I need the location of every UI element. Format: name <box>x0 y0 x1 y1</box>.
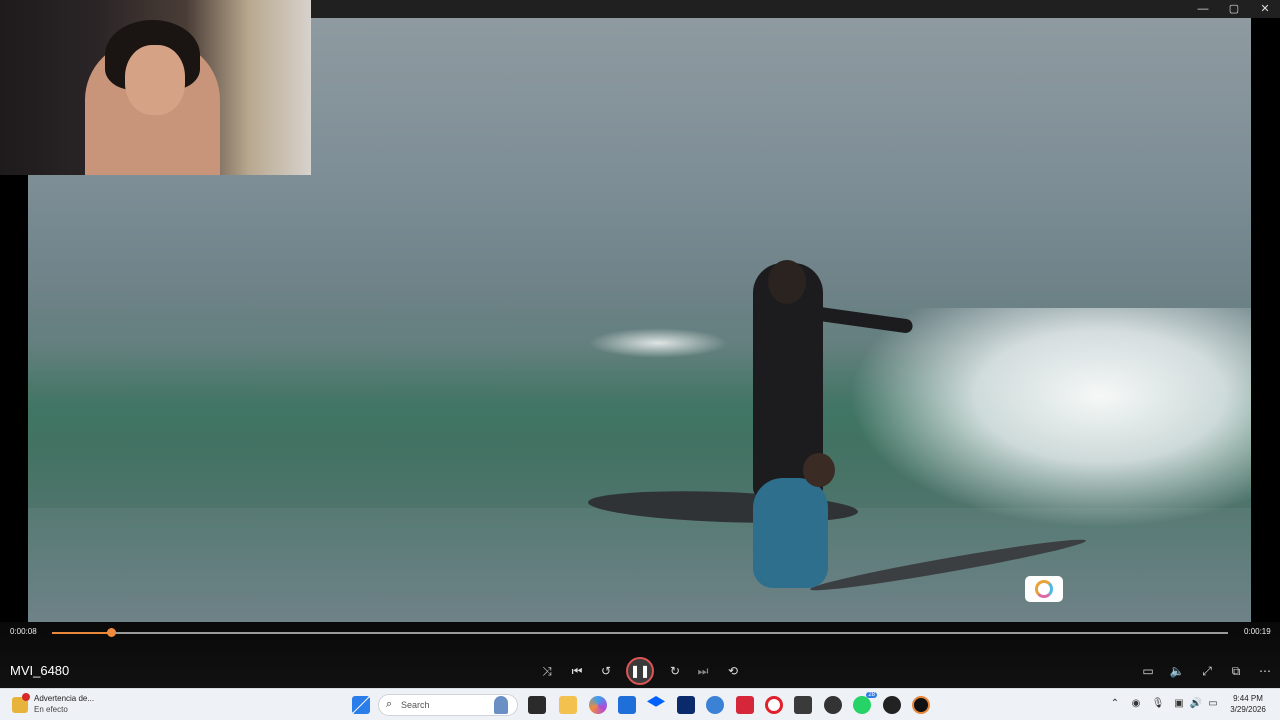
surfer-head <box>768 260 806 304</box>
weather-title: Advertencia de... <box>34 694 95 703</box>
clock-date: 3/29/2026 <box>1230 705 1266 714</box>
weather-subtitle: En efecto <box>34 705 68 714</box>
player-controls: 0:00:08 0:00:19 MVI_6480 ⤨ ⏮ ↺ ❚❚ ↻ ⏭ ⟲ … <box>0 622 1280 688</box>
volume-icon[interactable]: 🔈 <box>1166 660 1188 682</box>
pause-icon[interactable]: ❚❚ <box>626 657 654 685</box>
file-explorer-icon[interactable] <box>559 696 577 714</box>
wave-foam <box>848 308 1251 528</box>
surfer-crouching-head <box>803 453 835 487</box>
microphone-icon[interactable]: 🎙 <box>1151 698 1165 709</box>
media-player-icon[interactable] <box>912 696 930 714</box>
task-view-icon[interactable] <box>528 696 546 714</box>
notification-dot <box>22 693 30 701</box>
search-highlight-icon <box>494 696 508 714</box>
weather-widget[interactable]: Advertencia de... En efecto <box>12 693 122 717</box>
webcam-overlay <box>0 0 311 175</box>
surfer-crouching <box>753 478 828 588</box>
media-title: MVI_6480 <box>10 663 70 678</box>
whatsapp-badge: 28 <box>866 692 877 698</box>
close-button[interactable]: ✕ <box>1250 0 1280 18</box>
seek-bar[interactable] <box>52 628 1228 637</box>
desktop: — ▢ ✕ 0:00:08 0:00:19 MVI_6480 ⤨ ⏮ ↺ ❚❚ … <box>0 0 1280 720</box>
watermark-logo-icon <box>1025 576 1063 602</box>
search-placeholder: Search <box>401 700 430 710</box>
webcam-person-face <box>125 45 185 115</box>
wave-foam-small <box>588 328 728 358</box>
forward-30-icon[interactable]: ↻ <box>664 660 686 682</box>
repeat-off-icon[interactable]: ⟲ <box>722 660 744 682</box>
speaker-icon[interactable]: 🔊 <box>1189 698 1203 709</box>
battery-icon[interactable]: ▭ <box>1206 698 1220 709</box>
subtitles-icon[interactable]: ▭ <box>1137 660 1159 682</box>
rewind-10-icon[interactable]: ↺ <box>595 660 617 682</box>
whatsapp-icon[interactable]: 28 <box>853 692 877 714</box>
store-icon[interactable] <box>618 696 636 714</box>
terminal-icon[interactable] <box>794 696 812 714</box>
start-button[interactable] <box>352 696 370 714</box>
system-clock[interactable]: 9:44 PM 3/29/2026 <box>1226 693 1270 715</box>
tray-overflow-icon[interactable]: ⌃ <box>1108 698 1122 709</box>
outlook-icon[interactable] <box>706 696 724 714</box>
minimize-button[interactable]: — <box>1188 0 1218 18</box>
dropbox-icon[interactable] <box>647 696 665 707</box>
obs-icon[interactable] <box>883 696 901 714</box>
opera-icon[interactable] <box>765 696 783 714</box>
miniplayer-icon[interactable]: ⧉ <box>1225 660 1247 682</box>
current-time: 0:00:08 <box>10 627 37 636</box>
photoshop-icon[interactable] <box>677 696 695 714</box>
skip-next-icon[interactable]: ⏭ <box>692 660 714 682</box>
search-icon: ⌕ <box>386 698 393 710</box>
clock-time: 9:44 PM <box>1233 694 1263 703</box>
taskbar: Advertencia de... En efecto ⌕ Search 28 … <box>0 688 1280 720</box>
wps-icon[interactable] <box>736 696 754 714</box>
network-icon[interactable]: ▣ <box>1172 698 1186 709</box>
copilot-icon[interactable] <box>589 696 607 714</box>
shuffle-icon[interactable]: ⤨ <box>536 660 558 682</box>
skip-back-icon[interactable]: ⏮ <box>566 660 588 682</box>
fullscreen-icon[interactable]: ⤢ <box>1196 660 1218 682</box>
tray-app-icon[interactable]: ◉ <box>1129 698 1143 709</box>
maximize-button[interactable]: ▢ <box>1219 0 1249 18</box>
total-time: 0:00:19 <box>1244 627 1271 636</box>
seek-bar-fill <box>52 632 111 634</box>
app-icon[interactable] <box>824 696 842 714</box>
seek-bar-handle[interactable] <box>106 628 116 637</box>
more-icon[interactable]: ⋯ <box>1254 660 1276 682</box>
